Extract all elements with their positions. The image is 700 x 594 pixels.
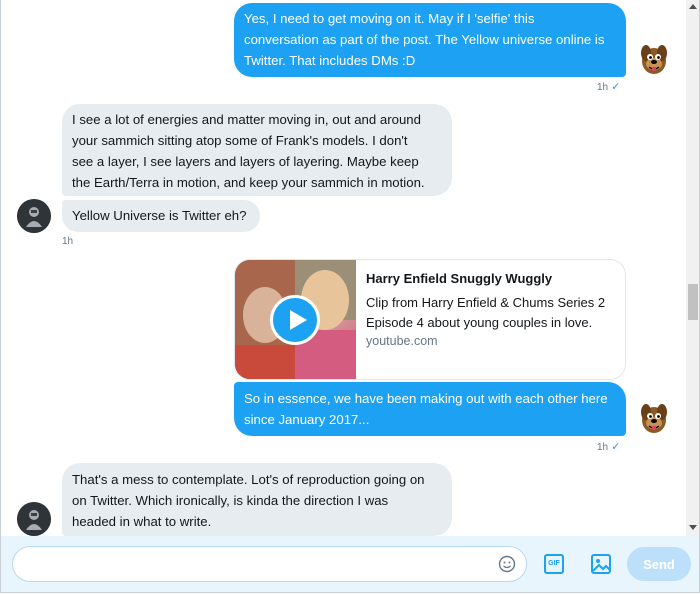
message-line: I see a lot of energies and matter movin… xyxy=(72,112,421,127)
scroll-up-arrow-icon[interactable] xyxy=(689,4,697,9)
message-input[interactable] xyxy=(12,546,527,582)
gif-icon[interactable]: GIF xyxy=(544,554,564,574)
incoming-message: That's a mess to contemplate. Lot's of r… xyxy=(62,463,452,536)
message-line: see a layer, I see layers and layers of … xyxy=(72,154,419,169)
emoji-icon[interactable] xyxy=(498,555,516,573)
dark-avatar-icon xyxy=(17,502,51,536)
message-line: Twitter. That includes DMs :D xyxy=(244,53,416,68)
send-button[interactable]: Send xyxy=(627,547,691,581)
scroll-down-arrow-icon[interactable] xyxy=(689,525,697,530)
conversation-panel: Yes, I need to get moving on it. May if … xyxy=(1,0,685,536)
message-line: your sammich sitting atop some of Frank'… xyxy=(72,133,408,148)
message-line: the Earth/Terra in motion, and keep your… xyxy=(72,175,425,190)
message-line: So in essence, we have been making out w… xyxy=(244,391,608,406)
video-thumbnail[interactable] xyxy=(235,260,356,379)
message-line: Yes, I need to get moving on it. May if … xyxy=(244,11,535,26)
scooby-avatar-icon xyxy=(637,401,671,435)
outgoing-message: Yes, I need to get moving on it. May if … xyxy=(234,3,626,77)
message-line: on Twitter. Which ironically, is kinda t… xyxy=(72,493,389,508)
incoming-message: I see a lot of energies and matter movin… xyxy=(62,104,452,196)
timestamp-text: 1h xyxy=(597,442,609,453)
link-preview-card[interactable]: Harry Enfield Snuggly Wuggly Clip from H… xyxy=(234,259,626,380)
user-avatar[interactable] xyxy=(637,42,671,76)
image-icon[interactable] xyxy=(590,553,612,575)
timestamp-text: 1h xyxy=(597,82,609,93)
contact-avatar[interactable] xyxy=(17,502,51,536)
scrollbar-thumb[interactable] xyxy=(688,284,698,320)
dm-window: Yes, I need to get moving on it. May if … xyxy=(0,0,700,593)
message-timestamp: 1h ✓ xyxy=(597,80,620,93)
scooby-avatar-icon xyxy=(637,42,671,76)
user-avatar[interactable] xyxy=(637,401,671,435)
message-line: conversation as part of the post. The Ye… xyxy=(244,32,605,47)
message-composer: GIF Send xyxy=(1,536,699,592)
card-title: Harry Enfield Snuggly Wuggly xyxy=(366,271,553,286)
incoming-message: Yellow Universe is Twitter eh? xyxy=(62,200,260,232)
dark-avatar-icon xyxy=(17,199,51,233)
play-icon[interactable] xyxy=(270,295,320,345)
checkmark-icon: ✓ xyxy=(611,81,621,93)
card-domain: youtube.com xyxy=(366,334,438,348)
message-timestamp: 1h xyxy=(62,236,74,247)
message-line: since January 2017... xyxy=(244,412,370,427)
message-line: Yellow Universe is Twitter eh? xyxy=(72,208,247,223)
message-line: headed in what to write. xyxy=(72,514,212,529)
card-description: Clip from Harry Enfield & Chums Series 2… xyxy=(366,295,606,330)
checkmark-icon: ✓ xyxy=(611,441,621,453)
contact-avatar[interactable] xyxy=(17,199,51,233)
message-line: That's a mess to contemplate. Lot's of r… xyxy=(72,472,425,487)
scrollbar[interactable] xyxy=(686,0,699,536)
message-timestamp: 1h ✓ xyxy=(597,440,620,453)
outgoing-message: So in essence, we have been making out w… xyxy=(234,382,626,436)
